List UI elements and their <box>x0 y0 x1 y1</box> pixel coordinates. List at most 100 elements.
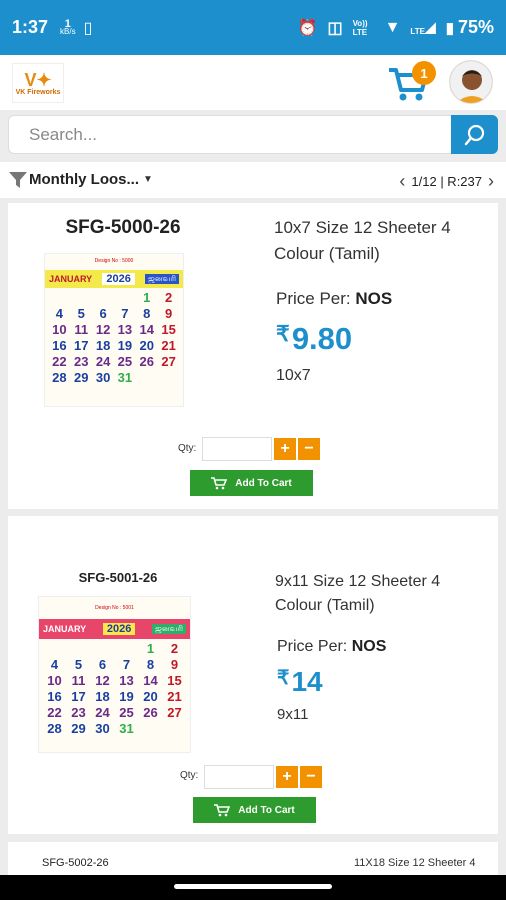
calendar-design-no: Design No : 5000 <box>94 258 134 264</box>
calendar-tamil-month: ஜனவரி <box>145 274 179 284</box>
logo-text: VK Fireworks <box>15 88 61 96</box>
network-speed-unit: kB/s <box>60 26 76 36</box>
product-image[interactable]: Design No : 5000 JANUARY 2026 ஜனவரி 1245… <box>44 253 184 407</box>
app-logo[interactable]: V✦ VK Fireworks <box>12 63 64 103</box>
product-title-line2: Colour (Tamil) <box>274 243 380 263</box>
volte-indicator: Vo)) LTE <box>352 18 368 37</box>
lte-indicator: LTE ◢ <box>410 19 435 36</box>
add-to-cart-label: Add To Cart <box>238 804 295 816</box>
calendar-day: 21 <box>167 689 182 704</box>
calendar-day: 19 <box>119 689 134 704</box>
search-bar <box>8 115 498 154</box>
price-value: 9.80 <box>291 321 353 356</box>
add-to-cart-button[interactable]: Add To Cart <box>190 470 313 496</box>
price-per-label: Price Per: <box>277 638 348 655</box>
calendar-day: 2 <box>164 290 173 305</box>
calendar-day: 23 <box>74 354 89 369</box>
price-value: 14 <box>291 666 323 697</box>
qty-decrement-button[interactable]: − <box>298 438 320 460</box>
calendar-day <box>115 290 136 305</box>
price-per-unit: NOS <box>351 638 387 655</box>
calendar-day: 14 <box>139 322 154 337</box>
calendar-day <box>49 290 70 305</box>
calendar-grid: 1 2 4 5 6 7 8 9 10 11 12 13 14 15 16 17 18 19 20 21 22 23 24 25… <box>45 288 183 387</box>
price-per: Price Per: NOS <box>276 289 392 309</box>
cart-icon <box>214 803 231 816</box>
network-speed: 1 kB/s <box>60 18 76 36</box>
calendar-day: 1 <box>143 290 151 305</box>
calendar-day: 17 <box>74 338 89 353</box>
calendar-day: 26 <box>143 705 158 720</box>
product-card: SFG-5000-26 Design No : 5000 JANUARY 202… <box>8 203 498 509</box>
calendar-day: 20 <box>139 338 154 353</box>
price-per-label: Price Per: <box>276 289 351 308</box>
logo-mark: V✦ <box>24 69 52 90</box>
product-title-line1: 10x7 Size 12 Sheeter 4 <box>274 218 451 237</box>
previous-page-button[interactable]: ‹ <box>399 171 405 192</box>
calendar-day: 21 <box>161 338 176 353</box>
calendar-day: 24 <box>95 354 111 369</box>
qty-input[interactable] <box>202 437 272 461</box>
calendar-day: 25 <box>119 705 134 720</box>
calendar-day: 18 <box>95 338 111 353</box>
calendar-grid: 1 2 4 5 6 7 8 9 10 11 12 13 14 15 16 17 18 19 20 21 22 23 24 25… <box>39 639 190 738</box>
add-to-cart-button[interactable]: Add To Cart <box>193 797 316 823</box>
calendar-day: 29 <box>71 721 86 736</box>
calendar-day: 12 <box>95 673 110 688</box>
qty-increment-button[interactable]: + <box>274 438 296 460</box>
next-page-button[interactable]: › <box>488 171 494 192</box>
calendar-day: 12 <box>95 322 111 337</box>
category-filter-dropdown[interactable]: Monthly Loos... ▼ <box>9 171 153 188</box>
calendar-month: JANUARY <box>49 274 93 284</box>
calendar-day: 11 <box>74 322 89 337</box>
product-price: ₹9.80 <box>276 321 352 357</box>
calendar-day: 9 <box>170 657 179 672</box>
calendar-header: JANUARY 2026 ஜனவரி <box>39 619 190 639</box>
qty-increment-button[interactable]: + <box>276 766 298 788</box>
calendar-day: 24 <box>95 705 110 720</box>
calendar-header: JANUARY 2026 ஜனவரி <box>45 270 183 288</box>
calendar-day: 7 <box>121 306 129 321</box>
search-icon <box>464 124 484 145</box>
product-title-line2: Colour (Tamil) <box>275 597 375 614</box>
calendar-day: 4 <box>50 657 59 672</box>
sim-icon: ▯ <box>83 19 93 37</box>
calendar-day: 26 <box>139 354 154 369</box>
calendar-day: 10 <box>47 673 62 688</box>
battery-level: 75% <box>457 17 494 37</box>
calendar-day: 23 <box>71 705 86 720</box>
qty-decrement-button[interactable]: − <box>300 766 322 788</box>
search-button[interactable] <box>451 115 498 154</box>
avatar-image <box>450 61 492 103</box>
product-code: SFG-5002-26 <box>42 857 109 869</box>
qty-label: Qty: <box>180 770 199 781</box>
product-image[interactable]: Design No : 5001 JANUARY 2026 ஜனவரி 1245… <box>38 596 191 753</box>
filter-icon <box>9 171 27 188</box>
product-size: 9x11 <box>277 706 309 723</box>
pagination: ‹ 1/12 | R:237 › <box>399 171 494 192</box>
calendar-month: JANUARY <box>43 624 87 634</box>
calendar-day: 22 <box>47 705 62 720</box>
calendar-day: 31 <box>119 721 134 736</box>
product-title-line1: 9x11 Size 12 Sheeter 4 <box>275 573 441 590</box>
calendar-day: 20 <box>143 689 158 704</box>
alarm-icon: ⏰ <box>297 19 318 37</box>
product-size: 10x7 <box>276 367 311 384</box>
calendar-day <box>91 641 114 656</box>
filter-bar: Monthly Loos... ▼ ‹ 1/12 | R:237 › <box>0 162 506 198</box>
calendar-day <box>67 641 90 656</box>
product-code: SFG-5000-26 <box>65 217 181 238</box>
calendar-day <box>115 641 138 656</box>
status-time: 1:37 <box>12 17 49 37</box>
rupee-icon: ₹ <box>277 667 290 690</box>
calendar-day: 27 <box>161 354 176 369</box>
calendar-day: 13 <box>119 673 134 688</box>
signal-icon: ◢ <box>424 19 436 35</box>
qty-input[interactable] <box>204 765 274 789</box>
profile-avatar[interactable] <box>449 60 493 104</box>
search-input[interactable] <box>9 116 453 153</box>
calendar-day: 27 <box>167 705 182 720</box>
calendar-day <box>93 290 114 305</box>
product-price: ₹14 <box>277 666 323 698</box>
home-gesture-handle[interactable] <box>174 884 332 889</box>
